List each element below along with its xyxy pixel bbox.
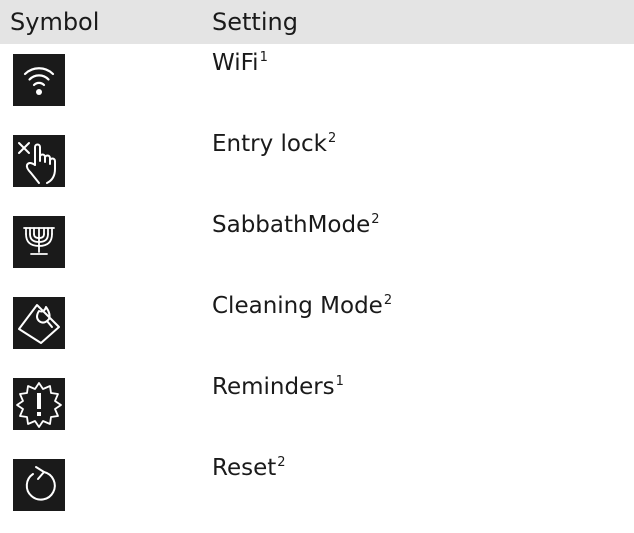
table-row: Reminders1 <box>0 368 634 449</box>
table-row: Entry lock2 <box>0 125 634 206</box>
setting-label: WiFi1 <box>212 50 268 76</box>
footnote-marker: 1 <box>335 374 344 389</box>
cleaning-mode-icon <box>13 297 65 349</box>
wifi-icon <box>13 54 65 106</box>
column-header-symbol: Symbol <box>10 8 100 36</box>
settings-table: Symbol Setting WiFi1 Entry lock2 Sabbath… <box>0 0 634 530</box>
setting-label: Reset2 <box>212 455 286 481</box>
table-row: SabbathMode2 <box>0 206 634 287</box>
setting-label: Entry lock2 <box>212 131 337 157</box>
footnote-marker: 2 <box>383 293 393 308</box>
footnote-marker: 2 <box>277 455 286 470</box>
setting-label: Reminders1 <box>212 374 344 400</box>
setting-label: SabbathMode2 <box>212 212 380 238</box>
footnote-marker: 2 <box>327 131 337 146</box>
table-row: Reset2 <box>0 449 634 530</box>
table-row: WiFi1 <box>0 44 634 125</box>
setting-label: Cleaning Mode2 <box>212 293 393 319</box>
table-header: Symbol Setting <box>0 0 634 44</box>
reminder-gear-icon <box>13 378 65 430</box>
menorah-icon <box>13 216 65 268</box>
reset-icon <box>13 459 65 511</box>
column-header-setting: Setting <box>212 8 298 36</box>
entry-lock-icon <box>13 135 65 187</box>
table-row: Cleaning Mode2 <box>0 287 634 368</box>
footnote-marker: 2 <box>371 212 380 227</box>
footnote-marker: 1 <box>259 50 268 65</box>
